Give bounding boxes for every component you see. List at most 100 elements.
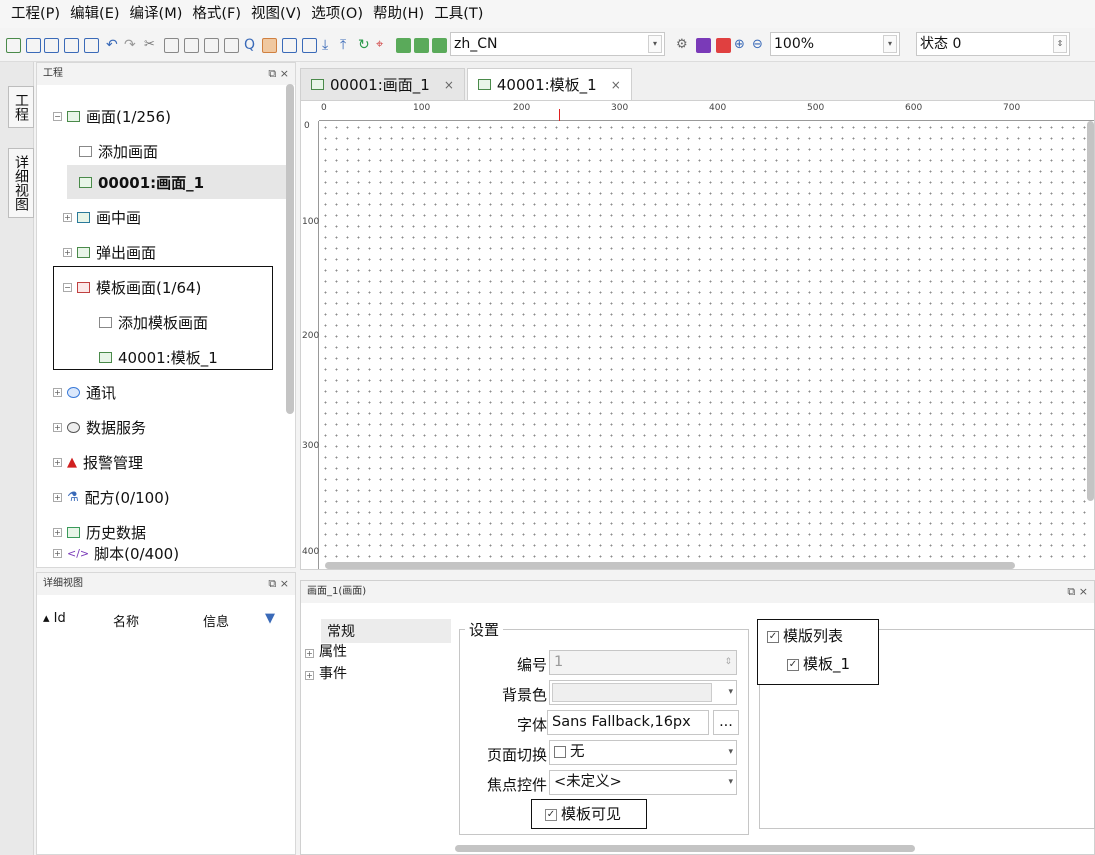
new-icon[interactable] (6, 38, 21, 53)
tree-comm[interactable]: + 通讯 (53, 375, 116, 409)
menu-view[interactable]: 视图(V) (246, 0, 306, 28)
tree-add-screen[interactable]: 添加画面 (79, 134, 158, 168)
tab-detail-view[interactable]: 详细视图 (8, 148, 34, 218)
refresh-icon[interactable]: ↻ (358, 38, 373, 53)
save-icon[interactable] (64, 38, 79, 53)
screen-icon (67, 110, 80, 122)
expand-icon[interactable]: + (63, 247, 72, 257)
simulate-online-icon[interactable] (302, 38, 317, 53)
expand-icon[interactable]: + (53, 492, 62, 502)
close-project-icon[interactable] (44, 38, 59, 53)
template-visible-checkbox[interactable]: ✓ 模板可见 (545, 803, 621, 824)
zoom-out-icon[interactable]: ⊖ (752, 38, 767, 53)
panel-controls[interactable]: ⧉ × (268, 573, 289, 595)
network-icon[interactable]: ⌖ (376, 38, 391, 53)
cut-icon[interactable]: ✂ (144, 38, 159, 53)
upload-icon[interactable]: ⤒ (340, 38, 355, 53)
panel-controls[interactable]: ⧉ × (1067, 581, 1088, 603)
tree-alarm[interactable]: + ▲ 报警管理 (53, 445, 143, 479)
align2-icon[interactable] (414, 38, 429, 53)
tree-label: 配方(0/100) (84, 488, 170, 507)
simulate-offline-icon[interactable] (282, 38, 297, 53)
expand-icon[interactable]: + (53, 422, 62, 432)
panel-controls[interactable]: ⧉ × (268, 63, 289, 85)
col-name[interactable]: 名称 (113, 611, 203, 630)
project-scrollbar[interactable] (286, 84, 294, 414)
cat-general[interactable]: 常规 (321, 619, 451, 643)
open-icon[interactable] (26, 38, 41, 53)
find-icon[interactable]: Q (244, 38, 259, 53)
state-select[interactable]: 状态 0 ⇕ (916, 32, 1070, 56)
col-info[interactable]: 信息 (203, 611, 265, 630)
cat-attributes[interactable]: + 属性 (305, 641, 347, 661)
text-icon[interactable] (224, 38, 239, 53)
tree-screens[interactable]: − 画面(1/256) (53, 99, 171, 133)
expand-icon[interactable]: + (53, 527, 62, 537)
tree-label: 00001:画面_1 (98, 173, 205, 192)
collapse-icon[interactable]: − (53, 111, 62, 121)
grid-icon[interactable] (696, 38, 711, 53)
compile-icon[interactable] (262, 38, 277, 53)
language-select[interactable]: zh_CN ▾ (450, 32, 665, 56)
menu-edit[interactable]: 编辑(E) (65, 0, 124, 28)
menu-format[interactable]: 格式(F) (187, 0, 246, 28)
detail-panel: 详细视图 ⧉ × ▴ Id 名称 信息 ▼ (36, 572, 296, 855)
redo-icon[interactable]: ↷ (124, 38, 139, 53)
menu-compile[interactable]: 编译(M) (125, 0, 188, 28)
id-field[interactable]: 1 ⇕ (549, 650, 737, 675)
tree-pip[interactable]: + 画中画 (63, 200, 141, 234)
template-list-checkbox[interactable]: ✓ 模版列表 (767, 625, 843, 646)
menu-project[interactable]: 工程(P) (6, 0, 65, 28)
paste-icon[interactable] (184, 38, 199, 53)
design-canvas[interactable]: 0 100 200 300 400 500 600 700 0 100 200 … (300, 100, 1095, 570)
filter-icon[interactable]: ▼ (265, 611, 275, 630)
align-icon[interactable] (396, 38, 411, 53)
cursor-marker (559, 109, 560, 121)
font-browse-button[interactable]: ... (713, 710, 739, 735)
label-page-switch: 页面切换 (486, 746, 547, 764)
menu-help[interactable]: 帮助(H) (368, 0, 429, 28)
snap-icon[interactable]: ⚙ (676, 38, 691, 53)
tab-screen-1[interactable]: 00001:画面_1 × (300, 68, 465, 100)
copy-icon[interactable] (164, 38, 179, 53)
download-icon[interactable]: ⤓ (322, 38, 337, 53)
globe-icon (67, 386, 80, 398)
expand-icon[interactable]: + (53, 457, 62, 467)
align3-icon[interactable] (432, 38, 447, 53)
tree-script[interactable]: + </> 脚本(0/400) (53, 537, 179, 569)
page-switch-value: 无 (570, 744, 585, 760)
bg-color-select[interactable]: ▾ (549, 680, 737, 705)
tab-template-1[interactable]: 40001:模板_1 × (466, 68, 632, 100)
expand-icon[interactable]: + (53, 387, 62, 397)
expand-icon[interactable]: + (305, 671, 314, 680)
print-icon[interactable] (84, 38, 99, 53)
close-icon[interactable]: × (444, 78, 454, 92)
expand-icon[interactable]: + (63, 212, 72, 222)
expand-icon[interactable]: + (305, 649, 314, 658)
page-switch-select[interactable]: 无 ▾ (549, 740, 737, 765)
spinner-icon[interactable]: ⇕ (724, 651, 732, 674)
delete-icon[interactable] (204, 38, 219, 53)
font-field[interactable]: Sans Fallback,16px (547, 710, 709, 735)
close-icon[interactable]: × (611, 78, 621, 92)
tree-recipe[interactable]: + ⚗ 配方(0/100) (53, 480, 170, 514)
tab-project[interactable]: 工程 (8, 86, 34, 128)
template-item-checkbox[interactable]: ✓ 模板_1 (787, 653, 850, 674)
layer-icon[interactable] (716, 38, 731, 53)
col-id[interactable]: ▴ Id (43, 611, 113, 630)
tree-data-service[interactable]: + 数据服务 (53, 410, 146, 444)
canvas-vscroll[interactable] (1087, 121, 1094, 501)
canvas-grid[interactable] (320, 122, 1086, 561)
zoom-select[interactable]: 100% ▾ (770, 32, 900, 56)
tree-screen-1[interactable]: 00001:画面_1 (67, 165, 293, 199)
tree-popup[interactable]: + 弹出画面 (63, 235, 156, 269)
menu-options[interactable]: 选项(O) (306, 0, 368, 28)
undo-icon[interactable]: ↶ (106, 38, 121, 53)
canvas-hscroll[interactable] (325, 562, 1015, 569)
expand-icon[interactable]: + (53, 548, 62, 558)
zoom-in-icon[interactable]: ⊕ (734, 38, 749, 53)
cat-events[interactable]: + 事件 (305, 663, 347, 683)
menu-tools[interactable]: 工具(T) (429, 0, 488, 28)
props-hscroll[interactable] (455, 845, 915, 852)
focus-select[interactable]: <未定义> ▾ (549, 770, 737, 795)
